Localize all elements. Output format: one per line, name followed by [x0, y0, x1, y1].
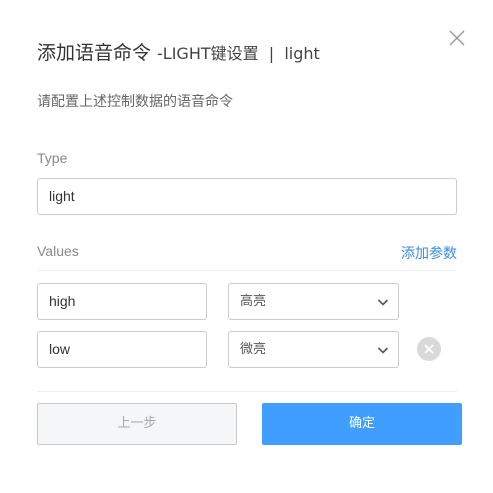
value-input-high[interactable]: high: [37, 283, 207, 320]
dialog-title: 添加语音命令 -LIGHT键设置 | light: [37, 38, 320, 65]
dialog-title-main: 添加语音命令: [37, 42, 152, 64]
close-button[interactable]: [446, 27, 468, 49]
voice-command-dialog: 添加语音命令 -LIGHT键设置 | light 请配置上述控制数据的语音命令 T…: [0, 0, 493, 493]
type-label: Type: [37, 150, 68, 166]
chevron-down-icon: [377, 299, 389, 306]
level-select-value: 微亮: [240, 342, 267, 357]
divider: [37, 270, 457, 271]
level-select-value: 高亮: [240, 294, 267, 309]
level-select-high[interactable]: 高亮: [228, 283, 399, 320]
remove-circle-icon: [424, 344, 434, 354]
dialog-title-suffix: -LIGHT键设置 | light: [157, 44, 320, 63]
add-param-link[interactable]: 添加参数: [401, 243, 457, 263]
chevron-down-icon: [377, 347, 389, 354]
level-select-low[interactable]: 微亮: [228, 331, 399, 368]
prev-step-button[interactable]: 上一步: [37, 403, 237, 445]
values-label: Values: [37, 243, 79, 259]
remove-row-button[interactable]: [417, 337, 441, 361]
value-input-low[interactable]: low: [37, 331, 207, 368]
divider: [37, 391, 457, 392]
confirm-button[interactable]: 确定: [262, 403, 462, 445]
type-input[interactable]: light: [37, 178, 457, 215]
close-icon: [449, 30, 465, 46]
dialog-subtitle: 请配置上述控制数据的语音命令: [37, 94, 233, 110]
